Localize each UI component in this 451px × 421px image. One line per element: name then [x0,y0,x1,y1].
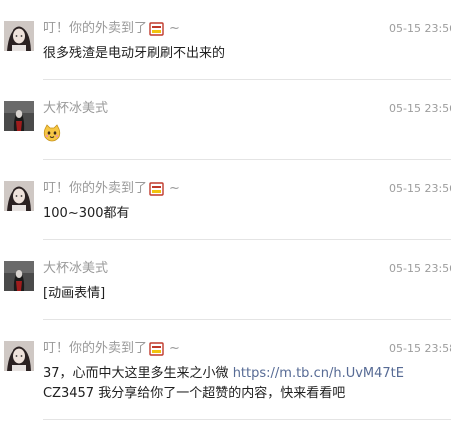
message-time: 05-15 23:56 [389,182,451,195]
sender-name: 大杯冰美式 [43,261,108,277]
chat-message: 大杯冰美式 05-15 23:56 [动画表情] [0,240,451,320]
name-tilde: ~ [169,181,180,196]
avatar[interactable] [4,101,34,131]
sender-name-text: 叮！你的外卖到了 [43,21,148,36]
avatar[interactable] [4,21,34,51]
sender-name: 叮！你的外卖到了 ~ [43,21,180,37]
message-text: [动画表情] [43,286,106,301]
message-text: 37，心而中大这里多生来之小微 https://m.tb.cn/h.UvM47t… [43,364,427,404]
chat-message: 叮！你的外卖到了 ~ 05-15 23:56 100~300都有 [0,160,451,240]
chat-message: 叮！你的外卖到了 ~ 05-15 23:56 很多残渣是电动牙刷刷不出来的 [0,0,451,80]
name-tilde: ~ [169,341,180,356]
chat-message: 大杯冰美式 05-15 23:56 [0,80,451,160]
sender-name-text: 大杯冰美式 [43,261,109,276]
avatar-girl-icon [4,341,34,371]
sender-name: 叮！你的外卖到了 ~ [43,181,180,197]
chat-message-list: 叮！你的外卖到了 ~ 05-15 23:56 很多残渣是电动牙刷刷不出来的 大杯… [0,0,451,421]
share-link[interactable]: https://m.tb.cn/h.UvM47tE [233,366,404,381]
sender-name-text: 大杯冰美式 [43,101,109,116]
name-tilde: ~ [169,21,180,36]
chat-message: 叮！你的外卖到了 ~ 05-15 23:58 37，心而中大这里多生来之小微 h… [0,320,451,420]
message-time: 05-15 23:56 [389,22,451,35]
sender-name-text: 叮！你的外卖到了 [43,341,148,356]
sender-name: 大杯冰美式 [43,101,108,117]
message-text: 100~300都有 [43,206,130,221]
message-time: 05-15 23:56 [389,102,451,115]
avatar[interactable] [4,341,34,371]
avatar[interactable] [4,261,34,291]
sender-name-text: 叮！你的外卖到了 [43,181,148,196]
takeout-box-icon [149,342,164,356]
avatar[interactable] [4,181,34,211]
avatar-dark-figure-icon [4,101,34,131]
avatar-girl-icon [4,181,34,211]
message-time: 05-15 23:56 [389,262,451,275]
message-time: 05-15 23:58 [389,342,451,355]
sender-name: 叮！你的外卖到了 ~ [43,341,180,357]
cat-face-emoji-icon [43,124,61,142]
message-text-line2: CZ3457 我分享给你了一个超赞的内容，快来看看吧 [43,386,346,401]
takeout-box-icon [149,182,164,196]
takeout-box-icon [149,22,164,36]
avatar-girl-icon [4,21,34,51]
message-text: 很多残渣是电动牙刷刷不出来的 [43,46,226,61]
avatar-dark-figure-icon [4,261,34,291]
message-emoji [43,124,427,142]
message-text-part: 37，心而中大这里多生来之小微 [43,366,233,381]
